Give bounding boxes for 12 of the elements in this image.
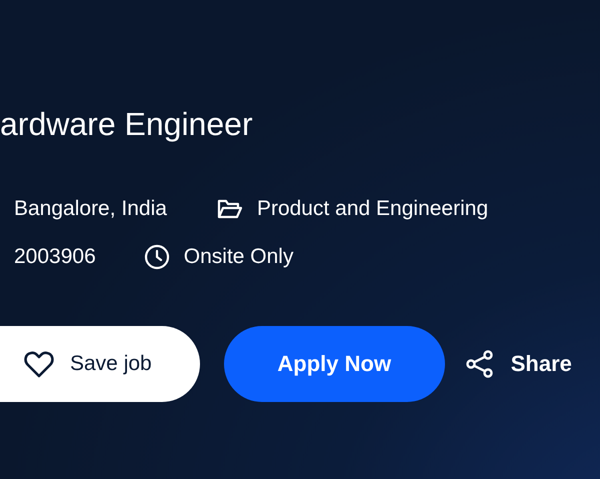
heart-icon [24, 350, 54, 378]
folder-icon [216, 198, 243, 220]
clock-icon [144, 244, 170, 270]
share-button[interactable]: Share [464, 344, 572, 384]
job-title: ardware Engineer [0, 105, 254, 144]
share-icon [464, 349, 495, 379]
apply-button[interactable]: Apply Now [224, 326, 445, 402]
save-button[interactable]: Save job [0, 326, 200, 402]
job-detail: Bangalore, India [14, 197, 167, 221]
job-detail: Onsite Only [184, 245, 294, 269]
job-detail: 2003906 [14, 245, 96, 269]
job-detail: Product and Engineering [256, 197, 488, 221]
